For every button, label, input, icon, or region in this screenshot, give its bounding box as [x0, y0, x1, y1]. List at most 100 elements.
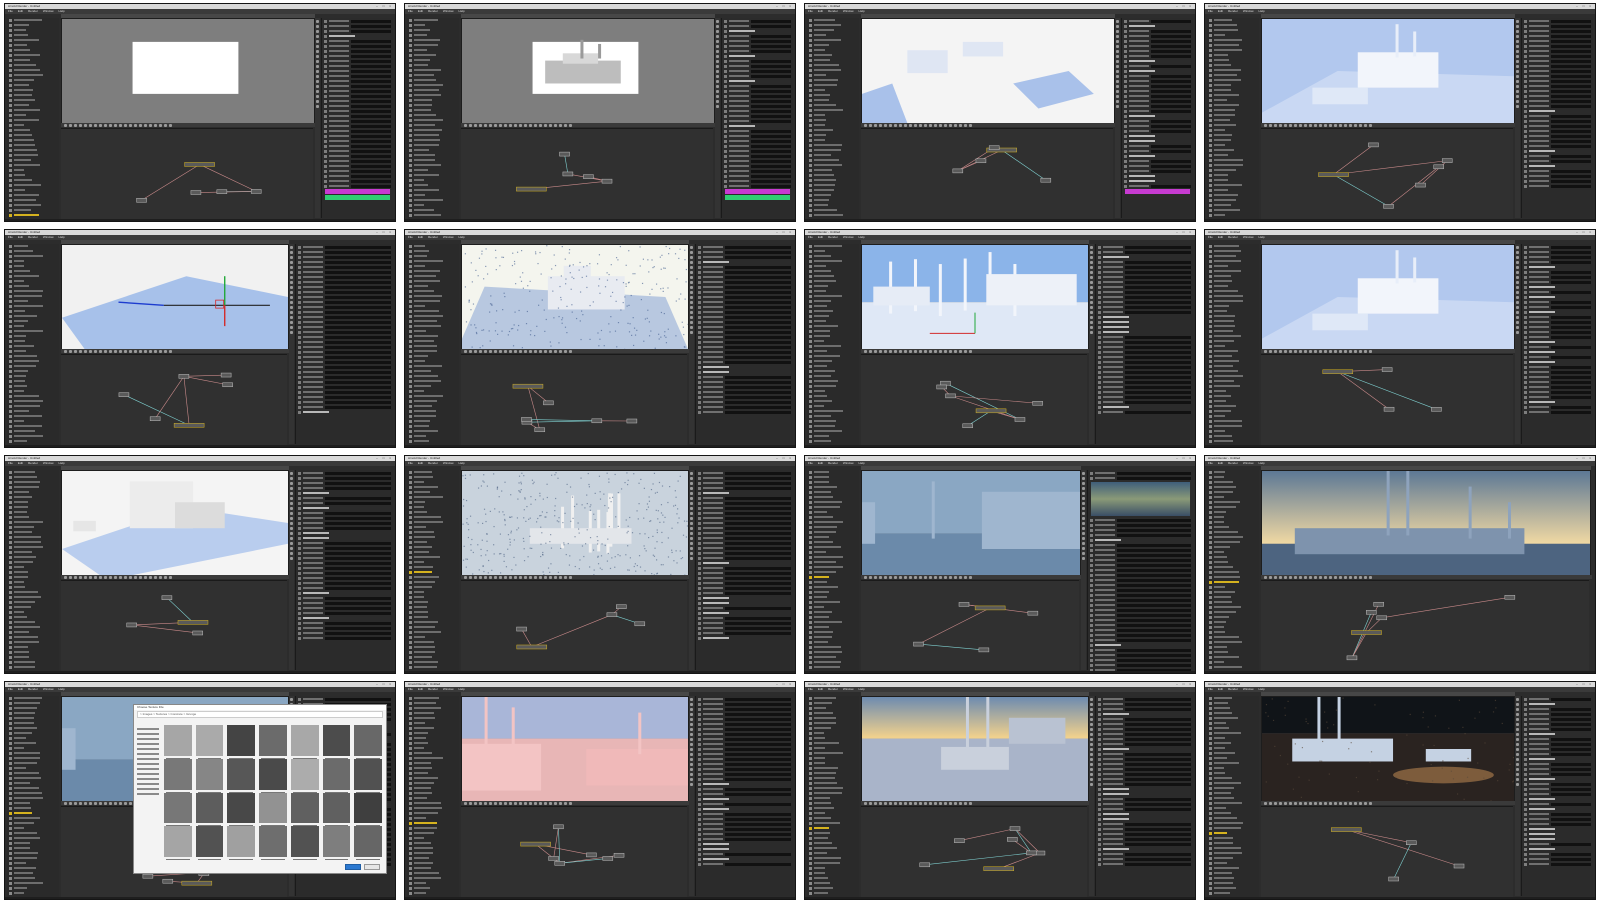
- outliner-row[interactable]: [409, 123, 457, 127]
- menu-item-file[interactable]: File: [1208, 461, 1213, 466]
- property-value-field[interactable]: [725, 581, 791, 585]
- property-row[interactable]: [298, 335, 391, 339]
- viewport-tool-icon[interactable]: [904, 575, 907, 579]
- property-row[interactable]: [298, 626, 391, 630]
- outliner-row[interactable]: [9, 480, 57, 484]
- tool-icon[interactable]: [1516, 251, 1519, 254]
- tool-icon[interactable]: [1082, 522, 1085, 525]
- viewport-tool-icon[interactable]: [494, 801, 497, 805]
- outliner-row[interactable]: [809, 38, 857, 42]
- property-value-field[interactable]: [351, 74, 391, 78]
- property-row[interactable]: [1098, 355, 1191, 359]
- viewport-tool-icon[interactable]: [1299, 575, 1302, 579]
- outliner-row[interactable]: [9, 299, 57, 303]
- property-value-field[interactable]: [351, 99, 391, 103]
- tool-icon[interactable]: [1116, 90, 1119, 93]
- viewport-tool-icon[interactable]: [914, 575, 917, 579]
- tool-icon[interactable]: [690, 532, 693, 535]
- outliner-row[interactable]: [1209, 404, 1257, 408]
- property-value-field[interactable]: [731, 371, 791, 374]
- outliner-row[interactable]: [409, 761, 457, 765]
- property-value-field[interactable]: [331, 592, 391, 595]
- outliner-row[interactable]: [1209, 580, 1257, 584]
- outliner-row[interactable]: [409, 510, 457, 514]
- outliner-row[interactable]: [409, 746, 457, 750]
- property-row[interactable]: [298, 621, 391, 625]
- tool-icon[interactable]: [1516, 85, 1519, 88]
- property-row[interactable]: [724, 99, 791, 103]
- outliner-row[interactable]: [409, 289, 457, 293]
- property-value-field[interactable]: [751, 154, 791, 158]
- viewport-tool-icon[interactable]: [1304, 123, 1307, 127]
- outliner-row[interactable]: [9, 33, 57, 37]
- outliner-row[interactable]: [809, 650, 857, 654]
- property-value-field[interactable]: [725, 375, 791, 379]
- outliner-row[interactable]: [9, 475, 57, 479]
- tool-icon[interactable]: [690, 517, 693, 520]
- outliner-row[interactable]: [9, 264, 57, 268]
- viewport-tool-icon[interactable]: [89, 349, 92, 353]
- outliner-row[interactable]: [1209, 490, 1257, 494]
- property-row[interactable]: [1524, 245, 1591, 249]
- viewport-3d[interactable]: [861, 470, 1081, 576]
- property-row[interactable]: [1090, 553, 1191, 557]
- viewport-tool-icon[interactable]: [1364, 575, 1367, 579]
- viewport-tool-icon[interactable]: [474, 349, 477, 353]
- outliner-row[interactable]: [809, 585, 857, 589]
- menu-item-render[interactable]: Render: [828, 9, 838, 14]
- outliner-row[interactable]: [809, 269, 857, 273]
- outliner-row[interactable]: [9, 128, 57, 132]
- property-row[interactable]: [1124, 84, 1191, 88]
- outliner-row[interactable]: [409, 645, 457, 649]
- property-row[interactable]: [1090, 543, 1191, 547]
- outliner-row[interactable]: [809, 575, 857, 579]
- property-section[interactable]: [1124, 114, 1191, 118]
- outliner-row[interactable]: [1209, 108, 1257, 112]
- tool-icon[interactable]: [316, 90, 319, 93]
- dialog-folder-tree[interactable]: [136, 725, 160, 859]
- property-value-field[interactable]: [325, 285, 391, 289]
- outliner-row[interactable]: [9, 891, 57, 895]
- menu-item-edit[interactable]: Edit: [18, 687, 23, 692]
- tool-icon[interactable]: [316, 25, 319, 28]
- outliner-row[interactable]: [809, 645, 857, 649]
- property-value-field[interactable]: [325, 546, 391, 550]
- viewport-tool-icon[interactable]: [129, 349, 132, 353]
- viewport-tool-icon[interactable]: [874, 349, 877, 353]
- tool-icon[interactable]: [290, 321, 293, 324]
- property-value-field[interactable]: [351, 94, 391, 98]
- menu-item-file[interactable]: File: [408, 235, 413, 240]
- viewport-tool-icon[interactable]: [914, 123, 917, 127]
- outliner-row[interactable]: [809, 364, 857, 368]
- property-value-field[interactable]: [731, 602, 791, 605]
- outliner-row[interactable]: [809, 249, 857, 253]
- outliner-row[interactable]: [409, 881, 457, 885]
- tool-icon[interactable]: [1116, 100, 1119, 103]
- property-value-field[interactable]: [1125, 305, 1191, 309]
- tool-icon[interactable]: [290, 291, 293, 294]
- viewport-tool-icon[interactable]: [159, 349, 162, 353]
- tool-icon[interactable]: [716, 55, 719, 58]
- property-value-field[interactable]: [725, 345, 791, 349]
- property-value-field[interactable]: [1557, 351, 1591, 354]
- tool-icon[interactable]: [1516, 70, 1519, 73]
- outliner-row[interactable]: [9, 399, 57, 403]
- outliner-row[interactable]: [9, 635, 57, 639]
- viewport-tool-icon[interactable]: [84, 801, 87, 805]
- viewport-tool-icon[interactable]: [529, 575, 532, 579]
- outliner-row[interactable]: [409, 585, 457, 589]
- property-row[interactable]: [1124, 89, 1191, 93]
- viewport-tool-icon[interactable]: [499, 801, 502, 805]
- tool-icon[interactable]: [1082, 542, 1085, 545]
- property-value-field[interactable]: [1551, 114, 1591, 118]
- outliner-row[interactable]: [409, 660, 457, 664]
- outliner-row[interactable]: [809, 525, 857, 529]
- outliner-row[interactable]: [9, 550, 57, 554]
- outliner-row[interactable]: [809, 359, 857, 363]
- folder-item[interactable]: [137, 788, 159, 790]
- property-value-field[interactable]: [1125, 345, 1191, 349]
- property-value-field[interactable]: [1157, 175, 1191, 178]
- viewport-tool-icon[interactable]: [544, 349, 547, 353]
- viewport-tool-icon[interactable]: [84, 123, 87, 127]
- property-row[interactable]: [1524, 134, 1591, 138]
